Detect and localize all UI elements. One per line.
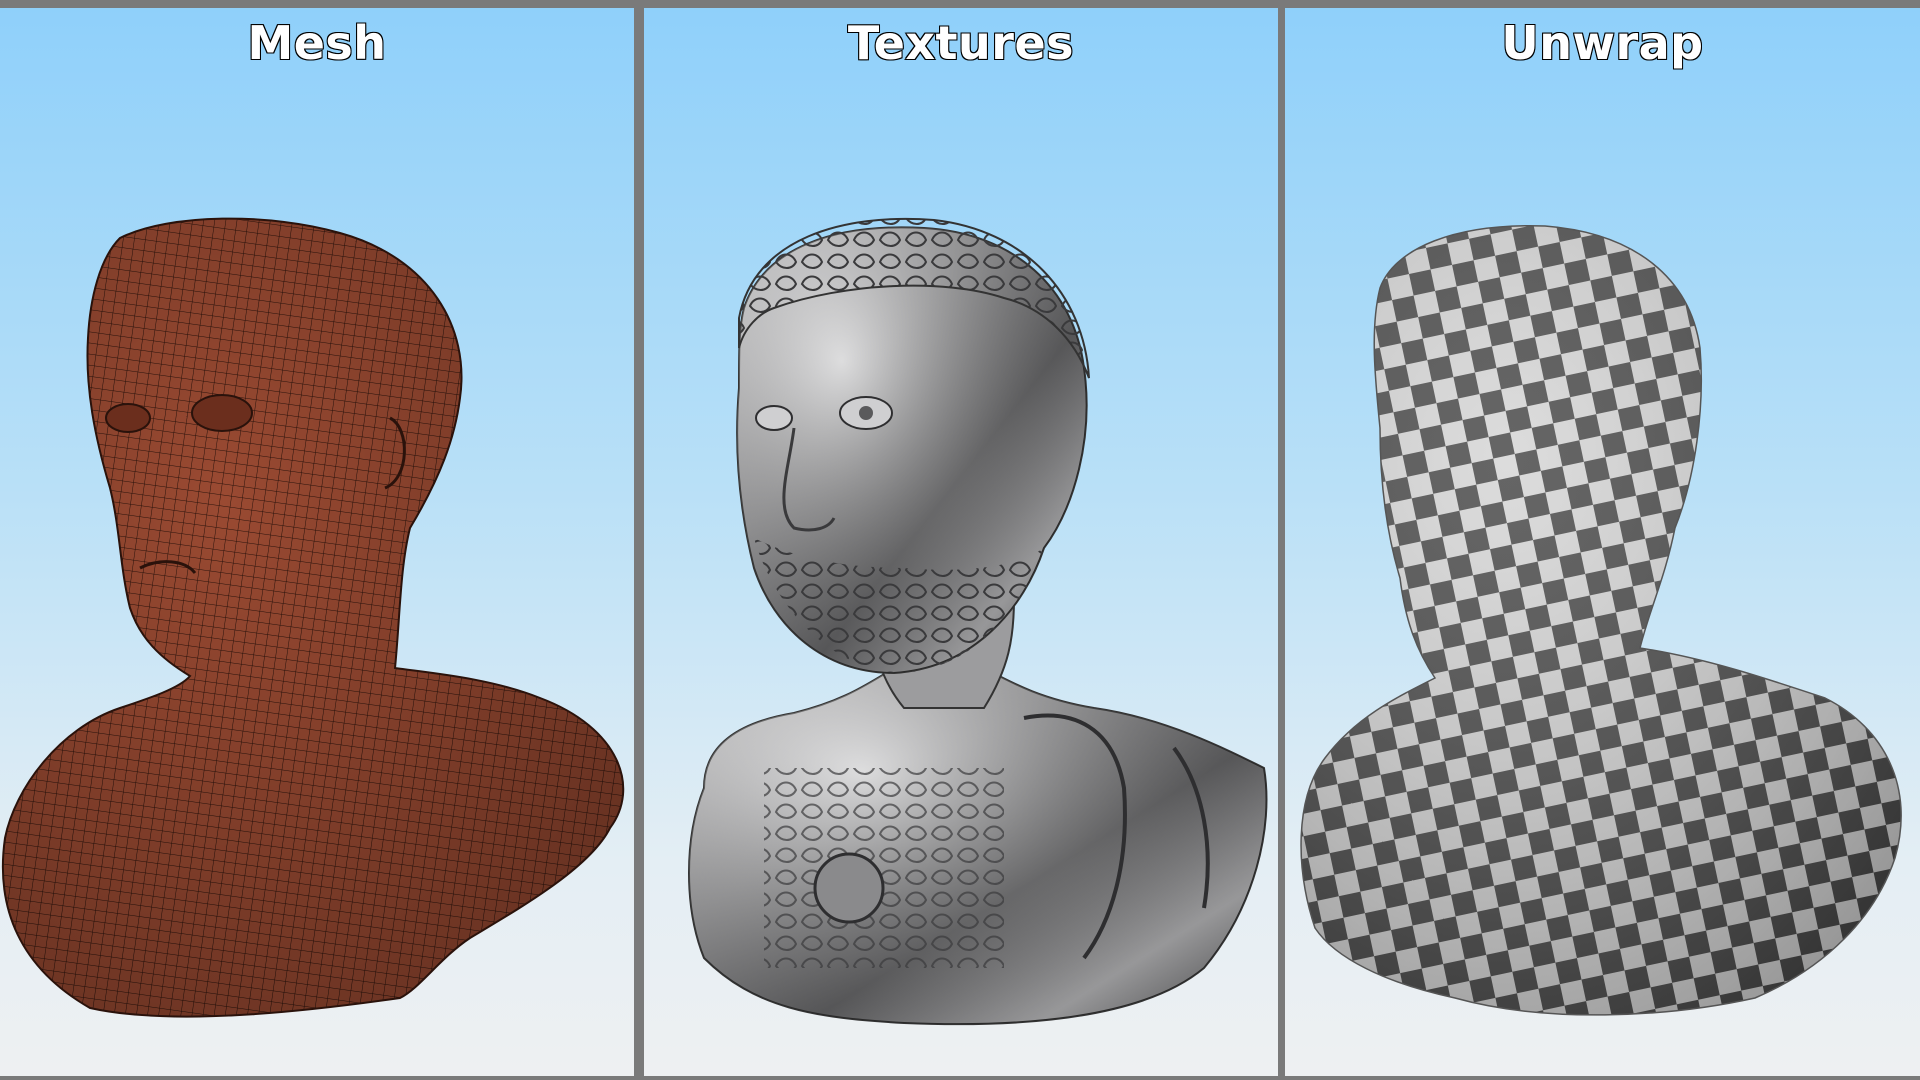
render-showcase: Mesh Textures Unwrap <box>0 0 1920 1080</box>
mesh-panel: Mesh <box>0 8 634 1076</box>
unwrap-panel: Unwrap <box>1285 8 1920 1076</box>
textures-panel: Textures <box>644 8 1278 1076</box>
silver-bust-image <box>688 217 1268 1026</box>
wireframe-bust-image <box>1 217 625 1018</box>
checker-uv-bust-image <box>1300 225 1902 1016</box>
